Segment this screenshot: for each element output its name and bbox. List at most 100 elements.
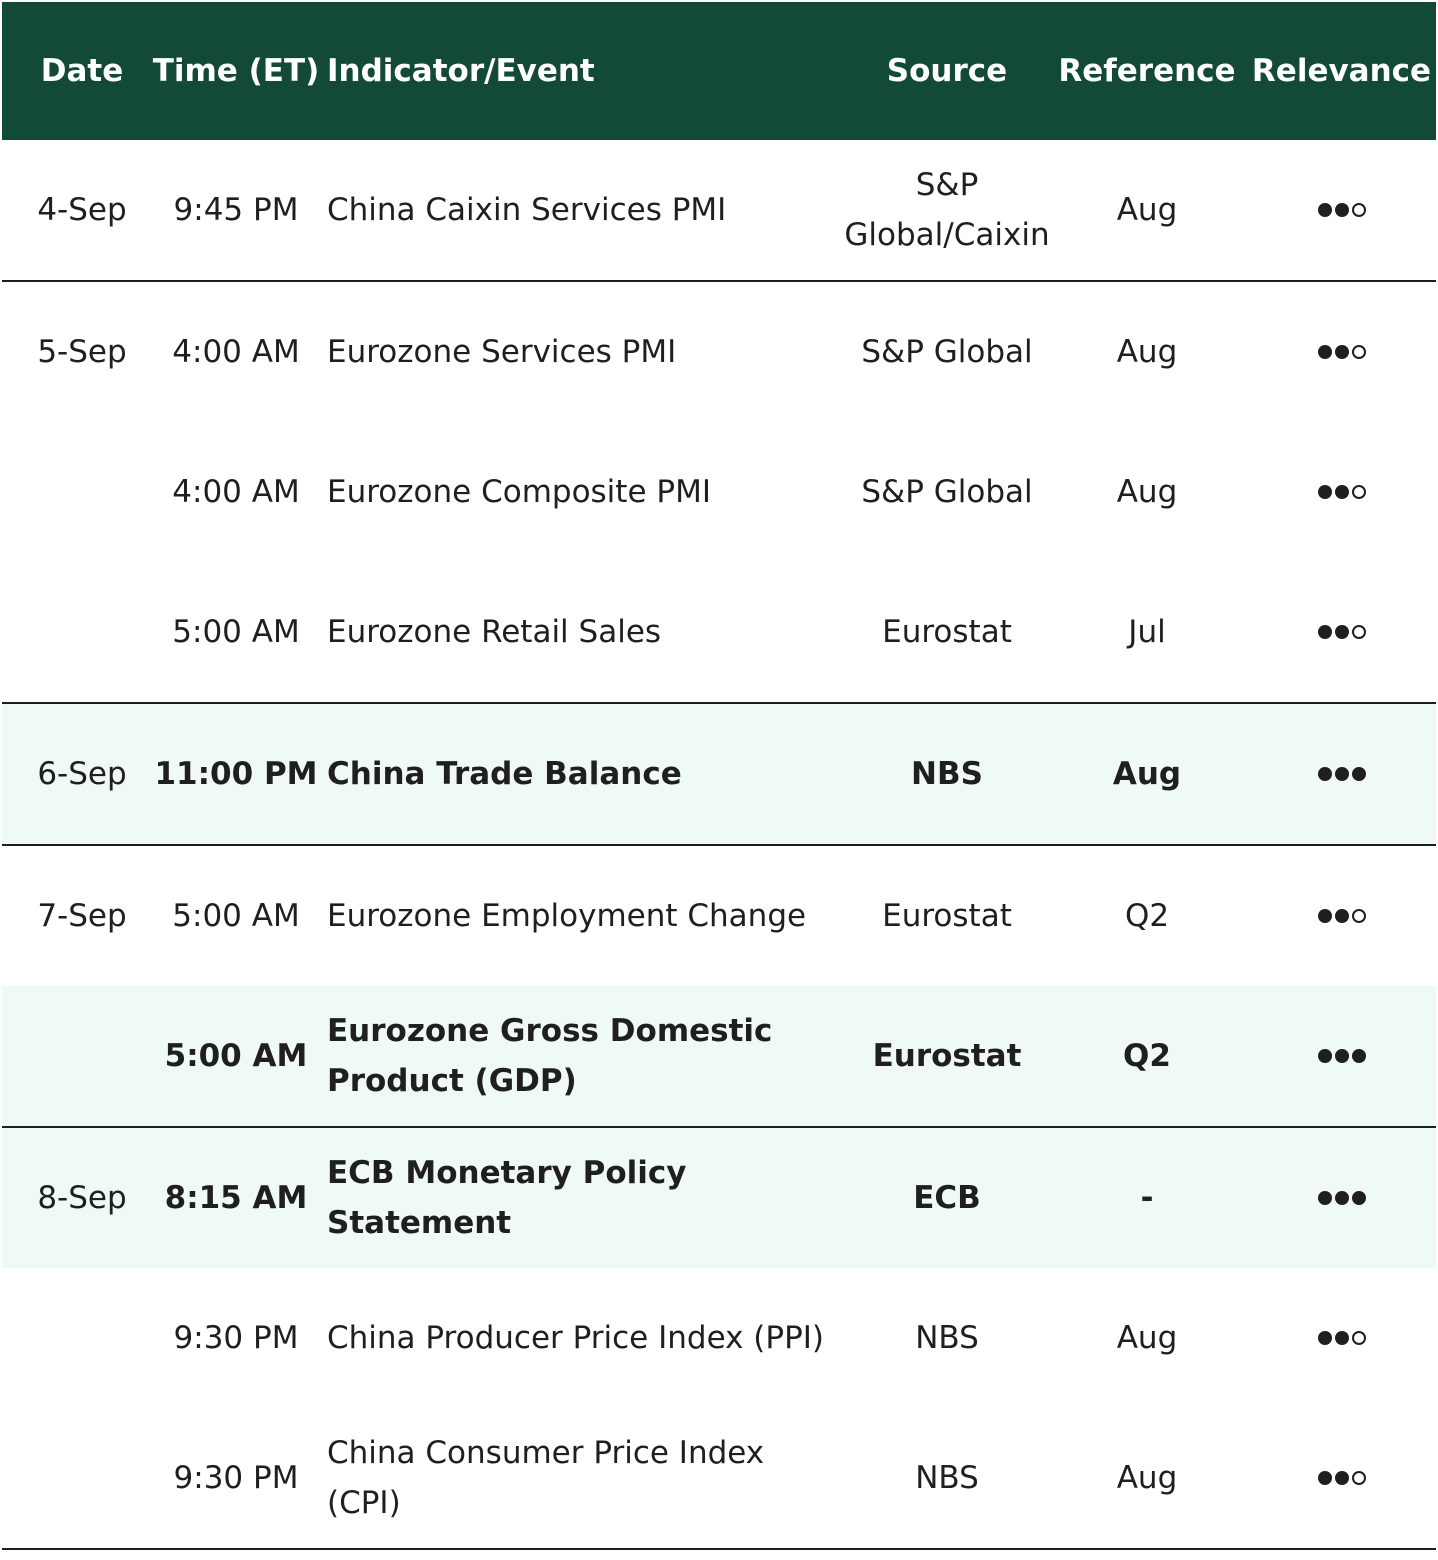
- reference-cell: Aug: [1116, 334, 1178, 370]
- table-row: 5:00 AM Eurozone Retail Sales Eurostat Jul: [2, 562, 1436, 702]
- empty-dot-icon: [1351, 485, 1366, 499]
- source-cell: Eurostat: [872, 1038, 1022, 1074]
- table-header: Date Time (ET) Indicator/Event Source Re…: [2, 2, 1436, 140]
- relevance-cell: [1247, 846, 1436, 986]
- relevance-rating: [1317, 1049, 1366, 1063]
- date-cell: 5-Sep: [37, 334, 127, 370]
- filled-dot-icon: [1334, 1331, 1349, 1345]
- event-cell: ECB Monetary Policy Statement: [327, 1155, 687, 1241]
- filled-dot-icon: [1317, 1191, 1332, 1205]
- time-cell: 4:00 AM: [172, 334, 300, 370]
- empty-dot-icon: [1351, 203, 1366, 217]
- filled-dot-icon: [1334, 1471, 1349, 1485]
- reference-cell: Aug: [1112, 756, 1182, 792]
- relevance-cell: [1247, 422, 1436, 562]
- date-cell: [2, 1268, 162, 1408]
- header-date: Date: [40, 53, 124, 89]
- empty-dot-icon: [1351, 625, 1366, 639]
- date-cell: 4-Sep: [37, 192, 127, 228]
- relevance-rating: [1317, 345, 1366, 359]
- relevance-rating: [1317, 625, 1366, 639]
- filled-dot-icon: [1334, 345, 1349, 359]
- filled-dot-icon: [1334, 625, 1349, 639]
- relevance-rating: [1317, 1471, 1366, 1485]
- date-cell: [2, 562, 162, 702]
- time-cell: 5:00 AM: [172, 614, 300, 650]
- row-divider: [2, 1548, 1436, 1550]
- filled-dot-icon: [1317, 909, 1332, 923]
- filled-dot-icon: [1334, 485, 1349, 499]
- event-cell: China Consumer Price Index (CPI): [327, 1435, 765, 1521]
- table-row: 5:00 AM Eurozone Gross Domestic Product (…: [2, 986, 1436, 1126]
- reference-cell: Jul: [1128, 614, 1166, 650]
- source-cell: Eurostat: [882, 898, 1012, 934]
- relevance-cell: [1247, 140, 1436, 280]
- date-cell: 7-Sep: [37, 898, 127, 934]
- event-cell: China Trade Balance: [327, 756, 682, 792]
- empty-dot-icon: [1351, 1331, 1366, 1345]
- filled-dot-icon: [1317, 1049, 1332, 1063]
- table-body: 4-Sep 9:45 PM China Caixin Services PMI S&P…: [2, 140, 1436, 1550]
- relevance-rating: [1317, 767, 1366, 781]
- relevance-cell: [1247, 282, 1436, 422]
- header-reference: Reference: [1058, 53, 1236, 89]
- time-cell: 8:15 AM: [164, 1180, 308, 1216]
- filled-dot-icon: [1351, 1191, 1366, 1205]
- time-cell: 9:30 PM: [173, 1320, 299, 1356]
- filled-dot-icon: [1317, 1331, 1332, 1345]
- reference-cell: Aug: [1116, 474, 1178, 510]
- empty-dot-icon: [1351, 909, 1366, 923]
- event-cell: China Producer Price Index (PPI): [327, 1320, 825, 1356]
- date-cell: [2, 1408, 162, 1548]
- table-row: 4-Sep 9:45 PM China Caixin Services PMI S&P…: [2, 140, 1436, 280]
- time-cell: 4:00 AM: [172, 474, 300, 510]
- table-row: 5-Sep 4:00 AM Eurozone Services PMI S&P Glo…: [2, 282, 1436, 422]
- relevance-rating: [1317, 1331, 1366, 1345]
- event-cell: China Caixin Services PMI: [327, 192, 727, 228]
- reference-cell: Q2: [1123, 1038, 1171, 1074]
- filled-dot-icon: [1317, 1471, 1332, 1485]
- time-cell: 11:00 PM: [154, 756, 318, 792]
- source-cell: S&P Global: [861, 474, 1033, 510]
- event-cell: Eurozone Gross Domestic Product (GDP): [327, 1013, 773, 1099]
- event-cell: Eurozone Composite PMI: [327, 474, 711, 510]
- header-time: Time (ET): [152, 53, 320, 89]
- event-cell: Eurozone Employment Change: [327, 898, 807, 934]
- filled-dot-icon: [1317, 203, 1332, 217]
- filled-dot-icon: [1317, 485, 1332, 499]
- relevance-cell: [1247, 562, 1436, 702]
- relevance-cell: [1247, 986, 1436, 1126]
- filled-dot-icon: [1334, 909, 1349, 923]
- reference-cell: Aug: [1116, 1460, 1178, 1496]
- relevance-cell: [1247, 1268, 1436, 1408]
- economic-calendar-table: Date Time (ET) Indicator/Event Source Re…: [2, 2, 1436, 1550]
- time-cell: 5:00 AM: [164, 1038, 308, 1074]
- relevance-cell: [1247, 704, 1436, 844]
- source-cell: NBS: [911, 756, 983, 792]
- event-cell: Eurozone Retail Sales: [327, 614, 662, 650]
- filled-dot-icon: [1317, 625, 1332, 639]
- table-row: 8-Sep 8:15 AM ECB Monetary Policy Statemen…: [2, 1128, 1436, 1268]
- time-cell: 5:00 AM: [172, 898, 300, 934]
- reference-cell: Aug: [1116, 1320, 1178, 1356]
- source-cell: NBS: [915, 1320, 979, 1356]
- reference-cell: Q2: [1124, 898, 1170, 934]
- relevance-rating: [1317, 203, 1366, 217]
- date-cell: [2, 986, 162, 1126]
- date-cell: 8-Sep: [37, 1180, 127, 1216]
- time-cell: 9:30 PM: [173, 1460, 299, 1496]
- source-cell: S&P Global/Caixin: [844, 167, 1050, 253]
- filled-dot-icon: [1317, 345, 1332, 359]
- filled-dot-icon: [1351, 1049, 1366, 1063]
- empty-dot-icon: [1351, 345, 1366, 359]
- table-row: 7-Sep 5:00 AM Eurozone Employment Change Eu…: [2, 846, 1436, 986]
- source-cell: NBS: [915, 1460, 979, 1496]
- time-cell: 9:45 PM: [173, 192, 299, 228]
- event-cell: Eurozone Services PMI: [327, 334, 677, 370]
- relevance-rating: [1317, 909, 1366, 923]
- table-row: 9:30 PM China Producer Price Index (PPI) N…: [2, 1268, 1436, 1408]
- relevance-rating: [1317, 1191, 1366, 1205]
- reference-cell: -: [1140, 1180, 1154, 1216]
- source-cell: ECB: [913, 1180, 981, 1216]
- filled-dot-icon: [1334, 1191, 1349, 1205]
